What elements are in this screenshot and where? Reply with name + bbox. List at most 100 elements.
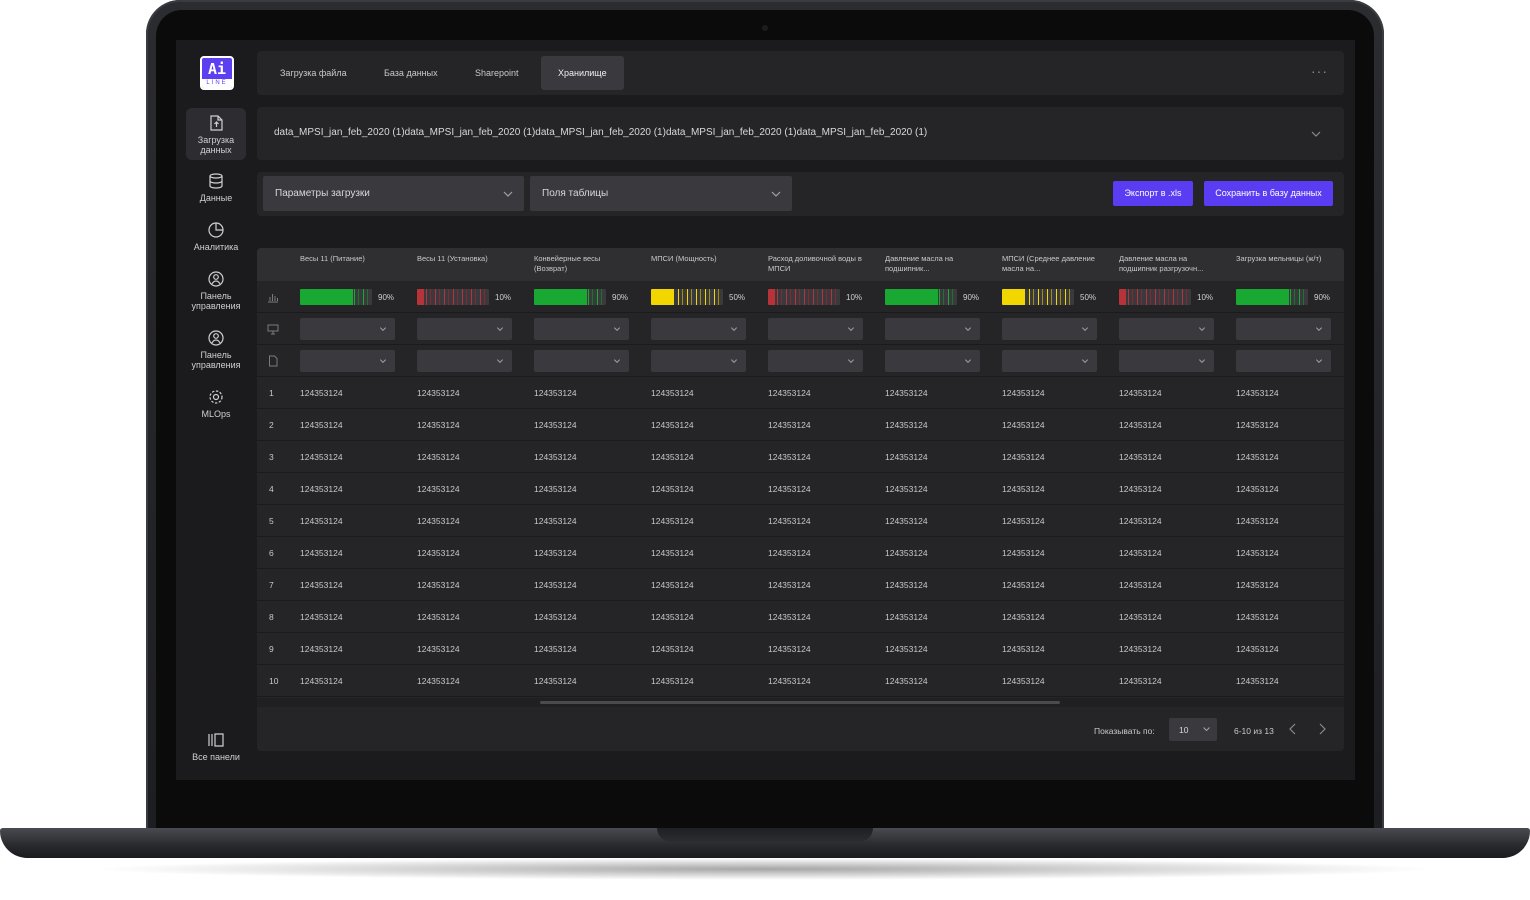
column-type-select[interactable] (1236, 318, 1331, 340)
table-cell: 124353124 (417, 580, 460, 590)
prev-page-icon[interactable] (1287, 722, 1299, 736)
chevron-down-icon (730, 359, 738, 364)
column-format-select[interactable] (300, 350, 395, 372)
tab-sharepoint[interactable]: Sharepoint (458, 56, 536, 90)
column-header[interactable]: Конвейерные весы (Возврат) (534, 254, 634, 274)
sidebar-item-label: Все панели (192, 752, 240, 762)
column-format-select[interactable] (1119, 350, 1214, 372)
chevron-down-icon (847, 327, 855, 332)
table-cell: 124353124 (300, 388, 343, 398)
table-row[interactable]: 1 124353124 124353124 124353124 124353124 124… (257, 377, 1344, 409)
dropdown-label: Поля таблицы (542, 188, 609, 199)
sidebar-item-data[interactable]: Данные (186, 166, 246, 208)
table-cell: 124353124 (417, 548, 460, 558)
table-row[interactable]: 4 124353124 124353124 124353124 124353124 124… (257, 473, 1344, 505)
sidebar-item-upload[interactable]: Загрузка данных (186, 108, 246, 160)
row-number: 4 (269, 484, 274, 494)
chevron-down-icon (1315, 359, 1323, 364)
table-cell: 124353124 (300, 452, 343, 462)
row-number: 7 (269, 580, 274, 590)
table-row[interactable]: 7 124353124 124353124 124353124 124353124 124… (257, 569, 1344, 601)
table-cell: 124353124 (885, 516, 928, 526)
load-params-dropdown[interactable]: Параметры загрузки (263, 176, 524, 211)
column-format-select[interactable] (768, 350, 863, 372)
table-cell: 124353124 (1002, 420, 1045, 430)
file-select[interactable]: data_MPSI_jan_feb_2020 (1)data_MPSI_jan_… (257, 107, 1344, 160)
table-cell: 124353124 (651, 420, 694, 430)
table-row[interactable]: 2 124353124 124353124 124353124 124353124 124… (257, 409, 1344, 441)
row-number: 9 (269, 644, 274, 654)
sidebar-item-control-panel-2[interactable]: Панель управления (186, 323, 246, 375)
table-cell: 124353124 (1119, 548, 1162, 558)
sidebar-item-control-panel[interactable]: Панель управления (186, 264, 246, 316)
table-cell: 124353124 (651, 548, 694, 558)
table-cell: 124353124 (534, 452, 577, 462)
database-icon (209, 173, 223, 189)
more-options-icon[interactable]: ··· (1311, 63, 1328, 79)
table-row[interactable]: 6 124353124 124353124 124353124 124353124 124… (257, 537, 1344, 569)
column-format-select[interactable] (1236, 350, 1331, 372)
column-format-select[interactable] (885, 350, 980, 372)
sidebar-item-all-panels[interactable]: Все панели (186, 725, 246, 767)
table-cell: 124353124 (1002, 452, 1045, 462)
column-header[interactable]: Весы 11 (Установка) (417, 254, 517, 264)
tab-database[interactable]: База данных (367, 56, 455, 90)
chevron-down-icon (847, 359, 855, 364)
table-row[interactable]: 5 124353124 124353124 124353124 124353124 124… (257, 505, 1344, 537)
table-cell: 124353124 (1002, 676, 1045, 686)
table-row[interactable]: 9 124353124 124353124 124353124 124353124 124… (257, 633, 1344, 665)
column-format-select[interactable] (651, 350, 746, 372)
table-row[interactable]: 8 124353124 124353124 124353124 124353124 124… (257, 601, 1344, 633)
table-cell: 124353124 (885, 388, 928, 398)
page-size-select[interactable]: 10 (1169, 718, 1217, 741)
next-page-icon[interactable] (1316, 722, 1328, 736)
data-table: Весы 11 (Питание) Весы 11 (Установка) Конв… (257, 248, 1344, 751)
table-cell: 124353124 (1119, 388, 1162, 398)
column-header[interactable]: МПСИ (Среднее давление масла на... (1002, 254, 1102, 274)
table-cell: 124353124 (1236, 676, 1279, 686)
sidebar-item-mlops[interactable]: MLOps (186, 382, 246, 424)
quality-percent: 10% (846, 293, 863, 302)
column-type-select[interactable] (534, 318, 629, 340)
quality-percent: 90% (963, 293, 980, 302)
scrollbar-thumb[interactable] (540, 701, 1060, 704)
table-cell: 124353124 (1236, 612, 1279, 622)
column-type-select[interactable] (1119, 318, 1214, 340)
column-type-select[interactable] (417, 318, 512, 340)
quality-bar (1119, 289, 1191, 305)
tab-file-upload[interactable]: Загрузка файла (263, 56, 364, 90)
column-type-select[interactable] (768, 318, 863, 340)
export-xls-button[interactable]: Экспорт в .xls (1113, 181, 1193, 206)
column-header[interactable]: Давление масла на подшипник разгрузочн..… (1119, 254, 1219, 274)
row-number: 8 (269, 612, 274, 622)
column-type-select[interactable] (651, 318, 746, 340)
table-row[interactable]: 10 124353124 124353124 124353124 124353124 12… (257, 665, 1344, 697)
table-row[interactable]: 3 124353124 124353124 124353124 124353124 124… (257, 441, 1344, 473)
table-cell: 124353124 (768, 452, 811, 462)
column-header[interactable]: Весы 11 (Питание) (300, 254, 400, 264)
app-logo[interactable]: Ai LINE (200, 56, 234, 90)
column-type-select[interactable] (1002, 318, 1097, 340)
sidebar-item-analytics[interactable]: Аналитика (186, 215, 246, 257)
column-type-select[interactable] (300, 318, 395, 340)
chevron-down-icon (1315, 327, 1323, 332)
column-format-select[interactable] (534, 350, 629, 372)
save-to-db-button[interactable]: Сохранить в базу данных (1204, 181, 1333, 206)
column-header[interactable]: Загрузка мельницы (ж/т) (1236, 254, 1336, 264)
table-cell: 124353124 (651, 644, 694, 654)
source-tabs: Загрузка файла База данных Sharepoint Хр… (257, 51, 1344, 95)
tab-storage[interactable]: Хранилище (541, 56, 624, 90)
table-cell: 124353124 (1002, 484, 1045, 494)
row-number: 1 (269, 388, 274, 398)
column-format-select[interactable] (1002, 350, 1097, 372)
table-fields-dropdown[interactable]: Поля таблицы (530, 176, 792, 211)
table-cell: 124353124 (651, 580, 694, 590)
column-header[interactable]: Расход доливочной воды в МПСИ (768, 254, 868, 274)
column-type-select[interactable] (885, 318, 980, 340)
chevron-down-icon (496, 327, 504, 332)
sidebar: Ai LINE Загрузка данных Данные Аналитика (176, 40, 254, 780)
table-cell: 124353124 (417, 676, 460, 686)
column-header[interactable]: Давление масла на подшипник... (885, 254, 985, 274)
column-format-select[interactable] (417, 350, 512, 372)
column-header[interactable]: МПСИ (Мощность) (651, 254, 751, 264)
